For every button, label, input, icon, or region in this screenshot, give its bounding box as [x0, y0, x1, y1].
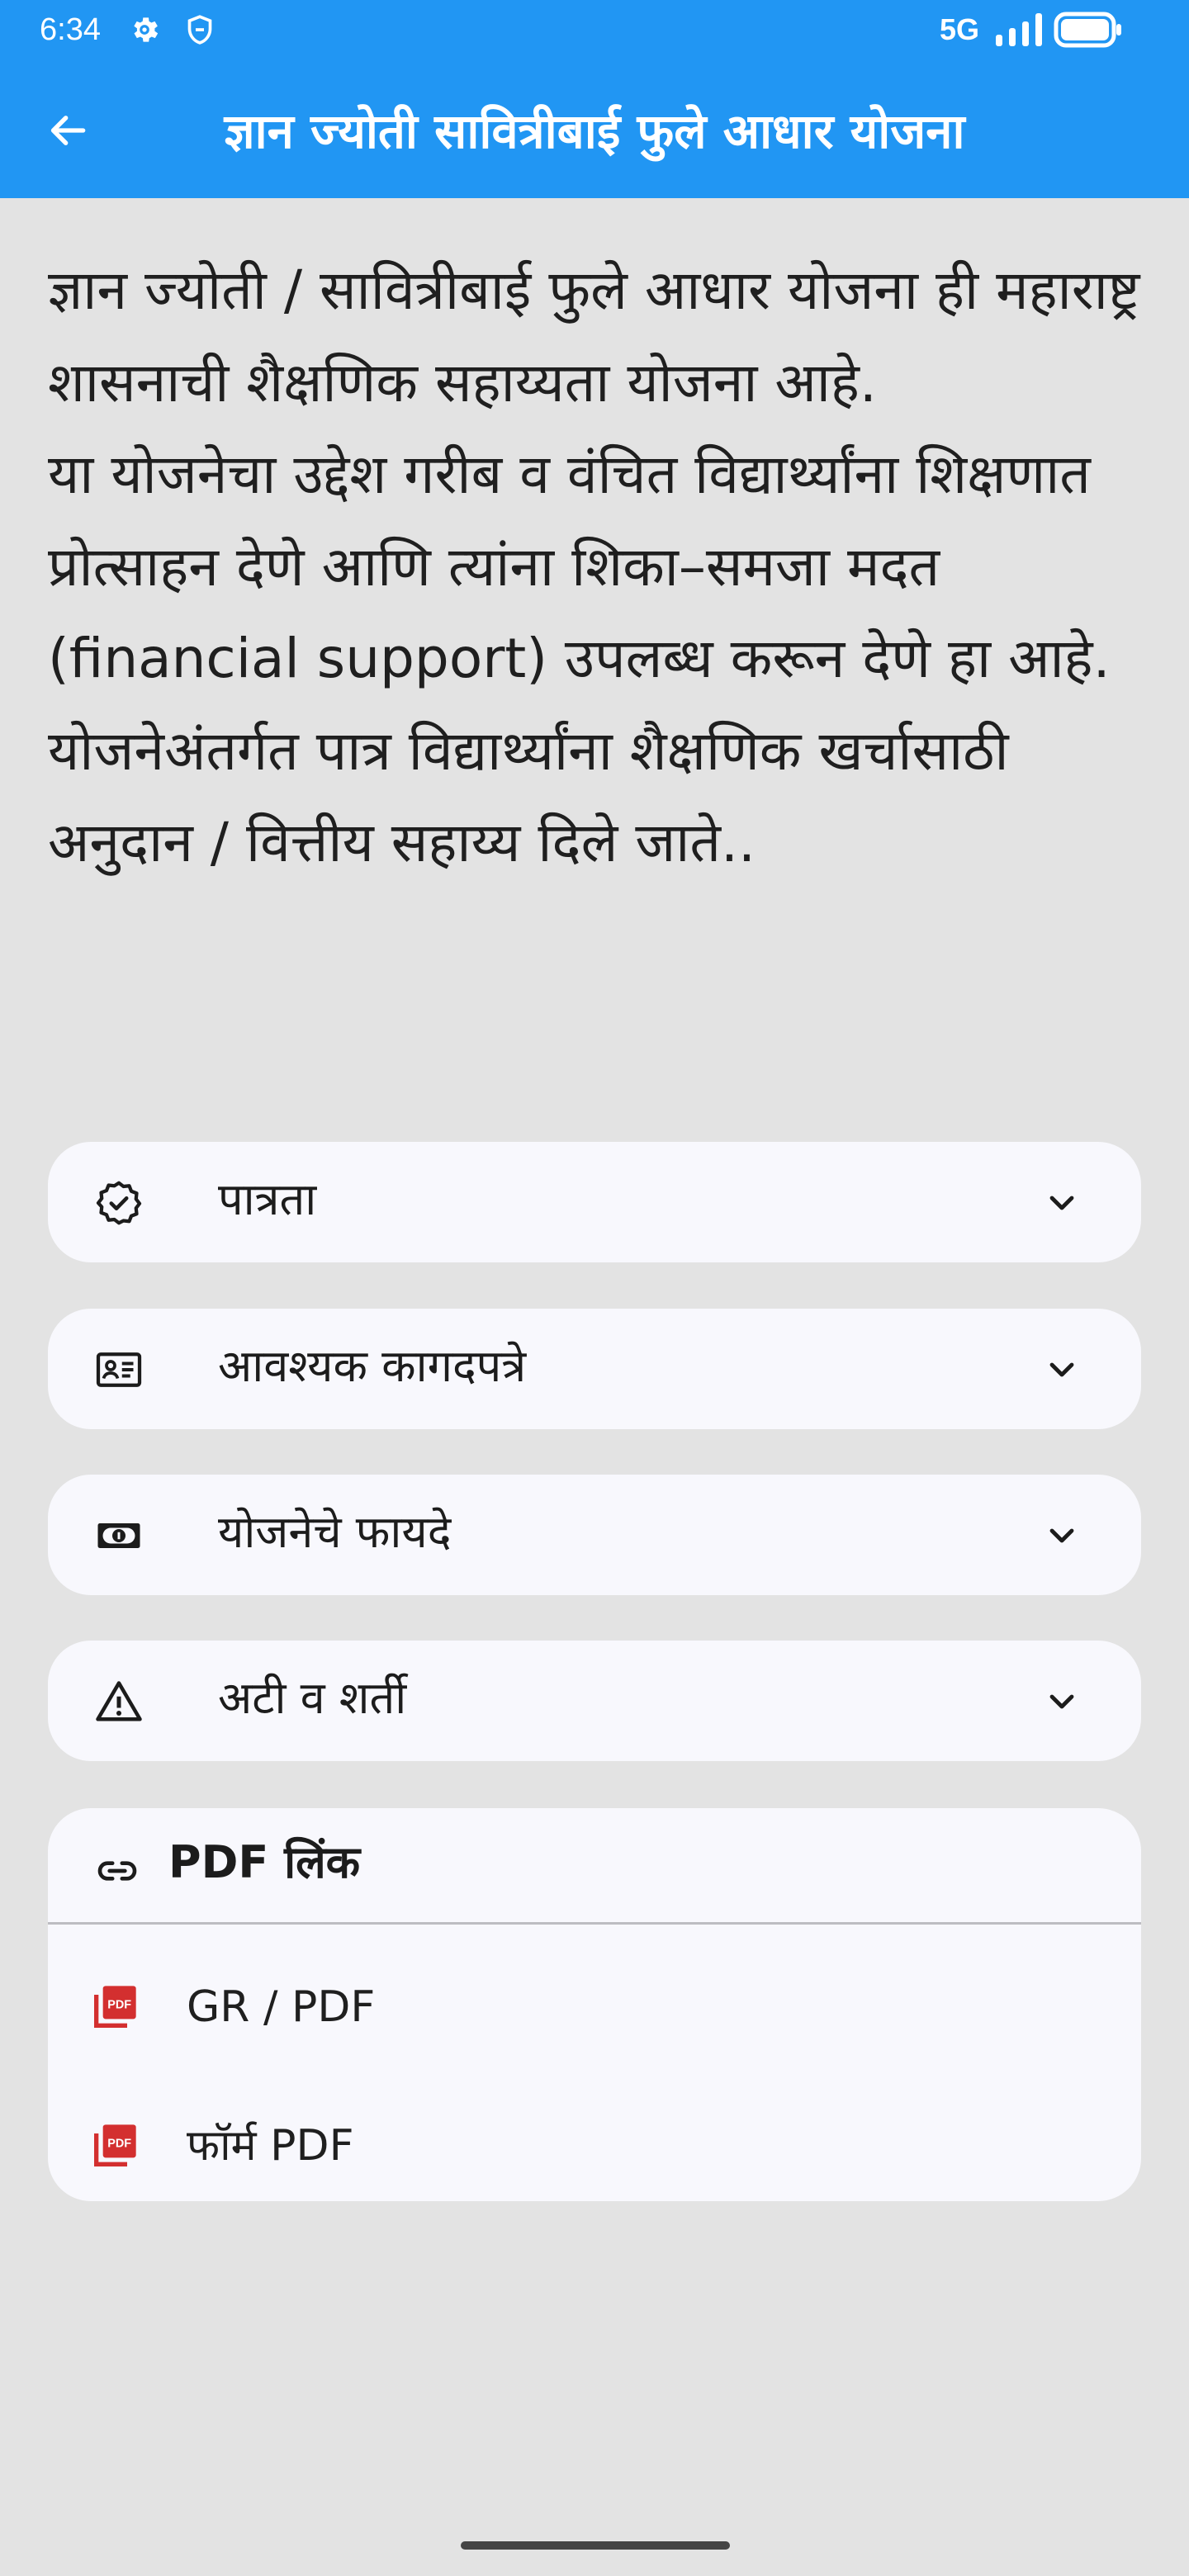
divider — [48, 1922, 1141, 1925]
description-paragraph: या योजनेचा उद्देश गरीब व वंचित विद्यार्थ… — [48, 443, 1111, 690]
link-icon — [97, 1861, 137, 1881]
pdf-link-label: GR / PDF — [187, 1982, 376, 2032]
pdf-icon: PDF — [94, 2124, 136, 2166]
arrow-back-icon — [50, 116, 86, 145]
svg-text:PDF: PDF — [107, 2138, 131, 2151]
pdf-link-label: फॉर्म PDF — [187, 2121, 354, 2171]
chevron-down-icon — [1049, 1362, 1074, 1377]
money-icon — [97, 1523, 140, 1548]
chevron-down-icon — [1049, 1196, 1074, 1210]
app-bar: ज्ञान ज्योती सावित्रीबाई फुले आधार योजना — [0, 59, 1189, 198]
accordion-label: योजनेचे फायदे — [218, 1506, 452, 1558]
gear-icon — [134, 17, 159, 42]
accordion-eligibility[interactable]: पात्रता — [48, 1142, 1141, 1262]
accordion-benefits[interactable]: योजनेचे फायदे — [48, 1475, 1141, 1595]
pdf-icon: PDF — [94, 1986, 136, 2028]
pdf-link-gr[interactable]: PDF GR / PDF — [48, 1945, 1141, 2069]
back-button[interactable] — [38, 101, 97, 160]
pdf-link-form[interactable]: PDF फॉर्म PDF — [48, 2084, 1141, 2201]
shield-icon — [187, 15, 212, 45]
pdf-links-card: PDF लिंक PDF GR / PDF PDF फॉर्म PDF — [48, 1808, 1141, 2201]
page-title: ज्ञान ज्योती सावित्रीबाई फुले आधार योजना — [224, 102, 965, 159]
scheme-description: ज्ञान ज्योती / सावित्रीबाई फुले आधार योज… — [48, 244, 1154, 889]
chevron-down-icon — [1049, 1528, 1074, 1543]
home-gesture-bar[interactable] — [461, 2541, 730, 2550]
id-card-icon — [96, 1352, 142, 1387]
signal-icon — [996, 13, 1042, 46]
accordion-documents[interactable]: आवश्यक कागदपत्रे — [48, 1309, 1141, 1429]
description-paragraph: ज्ञान ज्योती / सावित्रीबाई फुले आधार योज… — [48, 258, 1140, 414]
verified-badge-icon — [96, 1181, 142, 1225]
network-type: 5G — [940, 12, 980, 46]
description-paragraph: योजनेअंतर्गत पात्र विद्यार्थ्यांना शैक्ष… — [48, 718, 1009, 875]
status-bar: 6:34 5G — [0, 0, 1189, 59]
accordion-label: अटी व शर्ती — [218, 1672, 407, 1724]
pdf-links-title: PDF लिंक — [168, 1836, 361, 1888]
pdf-links-header: PDF लिंक — [48, 1808, 1141, 1922]
accordion-terms[interactable]: अटी व शर्ती — [48, 1641, 1141, 1761]
chevron-down-icon — [1049, 1694, 1074, 1709]
app-header: 6:34 5G ज्ञान ज्योती सावित्रीबाई फुले आध… — [0, 0, 1189, 198]
svg-text:PDF: PDF — [107, 1999, 131, 2012]
battery-icon — [1054, 12, 1121, 48]
accordion-label: आवश्यक कागदपत्रे — [218, 1340, 527, 1392]
accordion-label: पात्रता — [218, 1173, 317, 1225]
status-time: 6:34 — [40, 12, 101, 47]
warning-icon — [96, 1681, 142, 1721]
